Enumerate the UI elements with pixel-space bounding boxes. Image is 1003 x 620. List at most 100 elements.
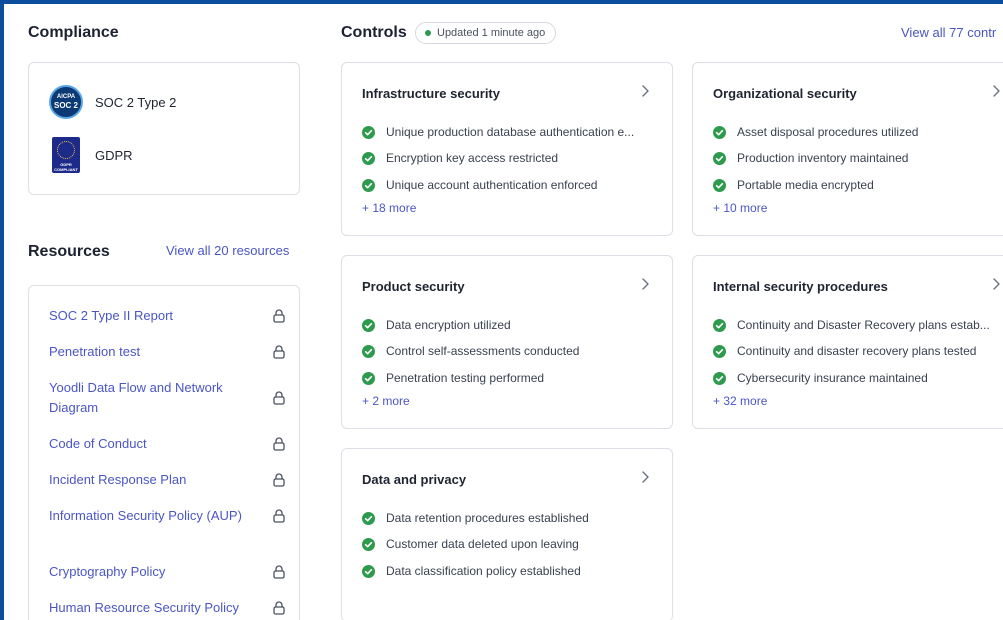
resource-item[interactable]: SOC 2 Type II Report: [49, 306, 285, 326]
control-item: Encryption key access restricted: [362, 149, 662, 167]
gdpr-badge-sub: COMPLIANT: [54, 167, 78, 172]
updated-status-badge: Updated 1 minute ago: [415, 22, 557, 44]
control-item-text: Unique production database authenticatio…: [386, 125, 635, 139]
control-item-text: Data classification policy established: [386, 564, 581, 578]
check-circle-icon: [713, 318, 726, 332]
control-category-card[interactable]: Product security Data encryption utilized…: [341, 255, 673, 429]
control-item: Penetration testing performed: [362, 369, 662, 387]
lock-icon: [273, 345, 285, 359]
control-item: Continuity and disaster recovery plans t…: [713, 342, 1003, 360]
control-item-text: Unique account authentication enforced: [386, 178, 598, 192]
chevron-right-icon[interactable]: [991, 84, 1001, 98]
control-item-text: Penetration testing performed: [386, 371, 545, 385]
check-circle-icon: [713, 125, 726, 139]
check-circle-icon: [362, 151, 375, 165]
resource-item[interactable]: Incident Response Plan: [49, 470, 285, 490]
control-item-text: Customer data deleted upon leaving: [386, 537, 579, 551]
lock-icon: [273, 509, 285, 523]
control-item-text: Continuity and Disaster Recovery plans e…: [737, 318, 990, 332]
resource-link[interactable]: Yoodli Data Flow and Network Diagram: [49, 378, 249, 418]
chevron-right-icon[interactable]: [991, 277, 1001, 291]
compliance-item-soc2[interactable]: AICPA SOC 2 SOC 2 Type 2: [49, 85, 176, 119]
show-more-link[interactable]: + 32 more: [713, 394, 767, 408]
control-item-text: Production inventory maintained: [737, 151, 909, 165]
check-circle-icon: [362, 371, 375, 385]
control-category-card[interactable]: Organizational security Asset disposal pr…: [692, 62, 1003, 236]
control-category-card[interactable]: Data and privacy Data retention procedure…: [341, 448, 673, 620]
show-more-link[interactable]: + 2 more: [362, 394, 410, 408]
control-category-title: Organizational security: [713, 86, 857, 101]
resource-link[interactable]: Incident Response Plan: [49, 470, 249, 490]
lock-icon: [273, 473, 285, 487]
chevron-right-icon[interactable]: [640, 470, 650, 484]
show-more-link[interactable]: + 10 more: [713, 201, 767, 215]
compliance-card: AICPA SOC 2 SOC 2 Type 2 GDPR COMPLIANT …: [28, 62, 300, 195]
check-circle-icon: [713, 371, 726, 385]
soc2-badge-org: AICPA: [56, 94, 76, 100]
lock-icon: [273, 565, 285, 579]
compliance-item-label: GDPR: [95, 147, 133, 163]
check-circle-icon: [713, 178, 726, 192]
control-item: Unique production database authenticatio…: [362, 123, 662, 141]
control-item: Production inventory maintained: [713, 149, 1003, 167]
resource-link[interactable]: Cryptography Policy: [49, 562, 249, 582]
control-item: Unique account authentication enforced: [362, 176, 662, 194]
soc2-badge-label: SOC 2: [53, 101, 78, 110]
lock-icon: [273, 437, 285, 451]
control-item: Data classification policy established: [362, 562, 662, 580]
resource-item[interactable]: Yoodli Data Flow and Network Diagram: [49, 378, 285, 418]
lock-icon: [273, 601, 285, 615]
compliance-item-label: SOC 2 Type 2: [95, 94, 177, 110]
updated-status-text: Updated 1 minute ago: [437, 27, 546, 39]
view-all-resources-link[interactable]: View all 20 resources: [166, 243, 289, 258]
chevron-right-icon[interactable]: [640, 84, 650, 98]
control-item: Data encryption utilized: [362, 316, 662, 334]
control-item-text: Continuity and disaster recovery plans t…: [737, 344, 977, 358]
trust-center-frame: Compliance AICPA SOC 2 SOC 2 Type 2 GDPR…: [0, 0, 1003, 620]
check-circle-icon: [362, 511, 375, 525]
check-circle-icon: [713, 151, 726, 165]
control-item-text: Asset disposal procedures utilized: [737, 125, 919, 139]
resources-card: SOC 2 Type II Report Penetration test Yo…: [28, 285, 300, 620]
control-category-title: Internal security procedures: [713, 279, 888, 294]
check-circle-icon: [362, 537, 375, 551]
check-circle-icon: [362, 178, 375, 192]
control-item: Continuity and Disaster Recovery plans e…: [713, 316, 1003, 334]
control-item: Control self-assessments conducted: [362, 342, 662, 360]
resource-link[interactable]: SOC 2 Type II Report: [49, 306, 249, 326]
compliance-item-gdpr[interactable]: GDPR COMPLIANT GDPR: [49, 137, 133, 173]
resource-item[interactable]: Information Security Policy (AUP): [49, 506, 285, 526]
control-item: Data retention procedures established: [362, 509, 662, 527]
resource-item[interactable]: Penetration test: [49, 342, 285, 362]
show-more-link[interactable]: + 18 more: [362, 201, 416, 215]
control-item-text: Encryption key access restricted: [386, 151, 559, 165]
resource-link[interactable]: Human Resource Security Policy: [49, 598, 269, 618]
controls-heading: Controls: [341, 24, 407, 41]
chevron-right-icon[interactable]: [640, 277, 650, 291]
check-circle-icon: [713, 344, 726, 358]
eu-stars-icon: [57, 141, 75, 159]
soc2-badge-icon: AICPA SOC 2: [49, 85, 83, 119]
status-dot-icon: [425, 30, 431, 36]
control-category-card[interactable]: Infrastructure security Unique production…: [341, 62, 673, 236]
control-item-text: Control self-assessments conducted: [386, 344, 580, 358]
control-item-text: Cybersecurity insurance maintained: [737, 371, 928, 385]
check-circle-icon: [362, 344, 375, 358]
control-item: Portable media encrypted: [713, 176, 1003, 194]
check-circle-icon: [362, 564, 375, 578]
check-circle-icon: [362, 318, 375, 332]
view-all-controls-link[interactable]: View all 77 contr: [901, 25, 996, 40]
control-item: Asset disposal procedures utilized: [713, 123, 1003, 141]
control-item: Customer data deleted upon leaving: [362, 535, 662, 553]
resource-link[interactable]: Information Security Policy (AUP): [49, 506, 249, 526]
control-item-text: Data encryption utilized: [386, 318, 511, 332]
control-category-title: Data and privacy: [362, 472, 467, 487]
check-circle-icon: [362, 125, 375, 139]
resource-item[interactable]: Cryptography Policy: [49, 562, 285, 582]
resource-link[interactable]: Code of Conduct: [49, 434, 249, 454]
lock-icon: [273, 391, 285, 405]
resource-item[interactable]: Code of Conduct: [49, 434, 285, 454]
control-category-card[interactable]: Internal security procedures Continuity a…: [692, 255, 1003, 429]
resource-item[interactable]: Human Resource Security Policy: [49, 598, 285, 618]
resource-link[interactable]: Penetration test: [49, 342, 249, 362]
